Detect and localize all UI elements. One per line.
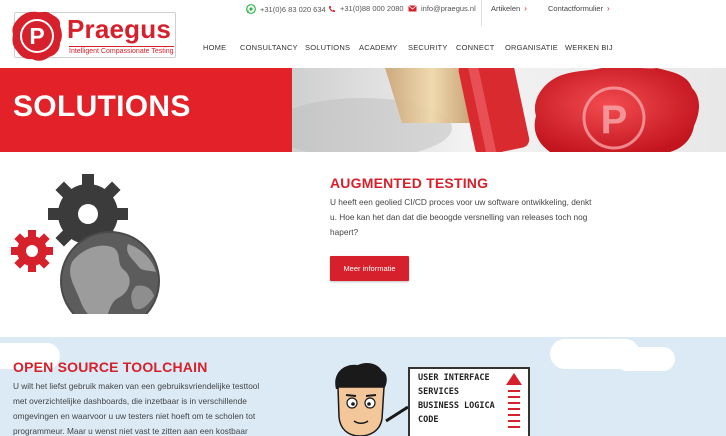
toolchain-text: U wilt het liefst gebruik maken van een … — [13, 379, 293, 436]
nav-home[interactable]: HOME — [203, 43, 226, 52]
email-address: info@praegus.nl — [421, 4, 476, 13]
phone-number: +31(0)88 000 2080 — [340, 4, 404, 13]
text-line: U wilt het liefst gebruik maken van een … — [13, 381, 260, 391]
nav-security[interactable]: SECURITY — [408, 43, 448, 52]
contactformulier-link[interactable]: Contactformulier › — [548, 4, 610, 13]
contactformulier-label: Contactformulier — [548, 4, 604, 13]
augmented-testing-text: U heeft een geolied CI/CD proces voor uw… — [330, 195, 620, 240]
nav-academy[interactable]: ACADEMY — [359, 43, 398, 52]
seal-letter: P — [29, 23, 44, 49]
artikelen-link[interactable]: Artikelen › — [491, 4, 527, 13]
augmented-testing-title: AUGMENTED TESTING — [330, 175, 489, 191]
wax-seal-stamp-photo: P — [292, 68, 726, 152]
artikelen-label: Artikelen — [491, 4, 521, 13]
svg-text:P: P — [601, 98, 628, 142]
whatsapp-icon — [246, 4, 256, 14]
page-banner: SOLUTIONS P — [0, 68, 726, 152]
whatsapp-number: +31(0)6 83 020 634 — [260, 4, 326, 14]
chevron-right-icon: › — [607, 4, 610, 13]
brand-name: Praegus — [67, 14, 172, 44]
text-line: omgevingen en waarvoor u uw testers niet… — [13, 411, 256, 421]
text-line: u. Hoe kan het dan dat die beoogde versn… — [330, 212, 588, 222]
brand-tagline: Intelligent Compassionate Testing — [69, 46, 174, 55]
phone-icon — [329, 5, 335, 12]
cartoon-tester-illustration — [335, 363, 409, 436]
globe-gears-illustration — [11, 174, 160, 314]
nav-consultancy[interactable]: CONSULTANCY — [240, 43, 298, 52]
more-info-button[interactable]: Meer informatie — [330, 256, 409, 281]
nav-werken-bij[interactable]: WERKEN BIJ — [565, 43, 613, 52]
site-header: P Praegus Intelligent Compassionate Test… — [0, 0, 726, 68]
chevron-right-icon: › — [524, 4, 527, 13]
logo[interactable]: P Praegus Intelligent Compassionate Test… — [12, 11, 176, 61]
nav-organisatie[interactable]: ORGANISATIE — [505, 43, 558, 52]
tester-board-illustration: USER INTERFACE SERVICES BUSINESS LOGICA … — [322, 359, 542, 436]
board-line: SERVICES — [418, 387, 459, 397]
banner-red-panel: SOLUTIONS — [0, 68, 292, 152]
text-line: U heeft een geolied CI/CD proces voor uw… — [330, 197, 592, 207]
email-icon — [408, 5, 417, 12]
phone-contact[interactable]: +31(0)88 000 2080 — [328, 4, 404, 13]
nav-solutions[interactable]: SOLUTIONS — [305, 43, 350, 52]
wax-seal-icon: P — [12, 11, 62, 61]
open-source-toolchain-section: OPEN SOURCE TOOLCHAIN U wilt het liefst … — [0, 337, 726, 436]
nav-connect[interactable]: CONNECT — [456, 43, 494, 52]
page-title: SOLUTIONS — [13, 90, 191, 123]
augmented-testing-section: AUGMENTED TESTING U heeft een geolied CI… — [0, 152, 726, 337]
toolchain-title: OPEN SOURCE TOOLCHAIN — [13, 359, 208, 375]
pyramid-arrow-icon — [506, 373, 522, 428]
board-line: USER INTERFACE — [418, 373, 490, 383]
cloud-decoration — [615, 347, 675, 371]
whatsapp-contact[interactable]: +31(0)6 83 020 634 — [246, 4, 326, 14]
text-line: programmeur. Maar u wenst niet vast te z… — [13, 426, 248, 436]
email-contact[interactable]: info@praegus.nl — [408, 4, 476, 13]
topbar-divider — [481, 0, 482, 26]
board-line: BUSINESS LOGICA — [418, 401, 495, 411]
text-line: met overzichtelijke dashboards, die inze… — [13, 396, 247, 406]
board-line: CODE — [418, 415, 439, 425]
architecture-board: USER INTERFACE SERVICES BUSINESS LOGICA … — [408, 367, 530, 436]
text-line: hapert? — [330, 227, 359, 237]
